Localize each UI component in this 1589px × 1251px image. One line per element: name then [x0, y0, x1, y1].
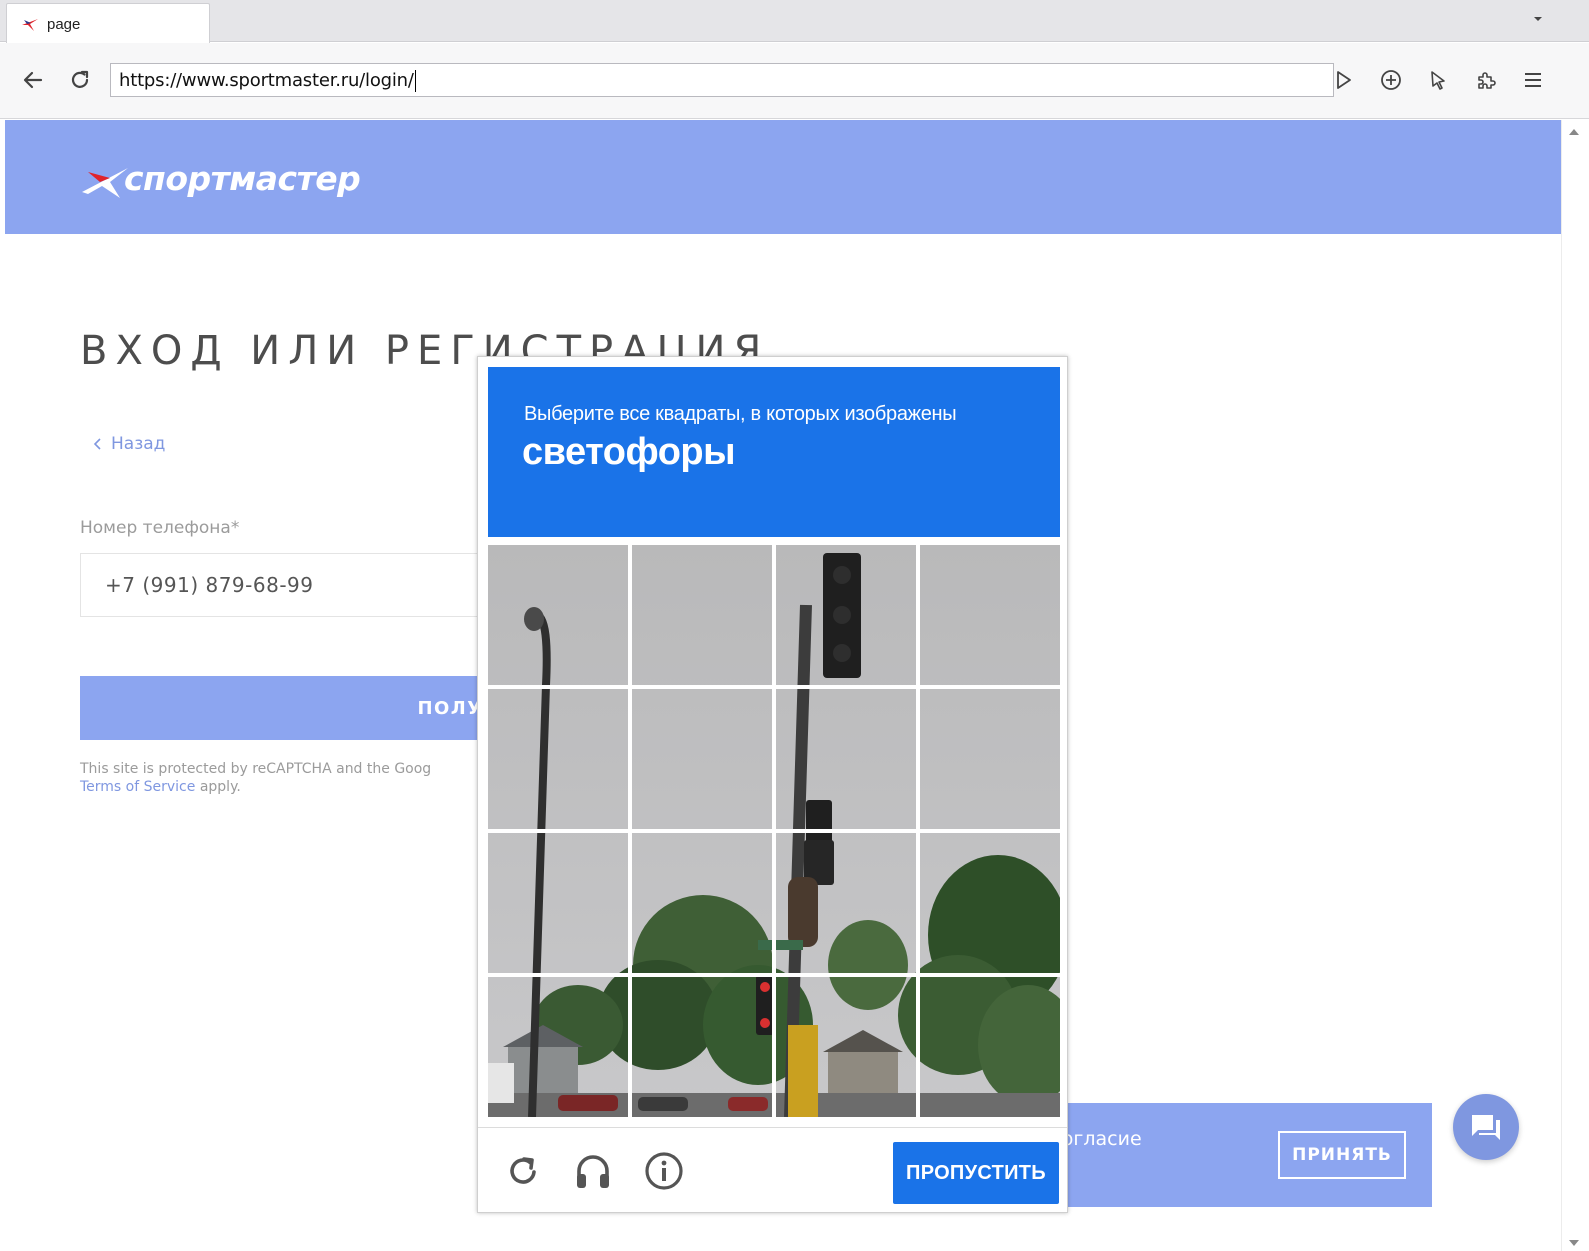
play-button[interactable] — [1326, 63, 1360, 97]
reload-icon — [510, 1157, 536, 1184]
cursor-arrow-icon — [1431, 71, 1445, 90]
recaptcha-tile[interactable] — [776, 833, 916, 973]
reload-button[interactable] — [63, 63, 97, 97]
plus-circle-icon — [1381, 70, 1401, 90]
site-header: спортмастер — [5, 120, 1561, 234]
browser-toolbar: https://www.sportmaster.ru/login/ — [0, 43, 1589, 119]
recaptcha-tile[interactable] — [776, 689, 916, 829]
recaptcha-tile[interactable] — [488, 977, 628, 1117]
address-bar[interactable]: https://www.sportmaster.ru/login/ — [110, 63, 1334, 97]
recaptcha-instruction: Выберите все квадраты, в которых изображ… — [524, 403, 957, 425]
phone-label-text: Номер телефона — [80, 518, 231, 538]
recaptcha-tile[interactable] — [488, 545, 628, 685]
recaptcha-tile[interactable] — [920, 833, 1060, 973]
back-button[interactable] — [16, 63, 50, 97]
menu-button[interactable] — [1516, 63, 1550, 97]
recaptcha-header: Выберите все квадраты, в которых изображ… — [488, 367, 1060, 537]
phone-field-label: Номер телефона* — [80, 518, 239, 538]
browser-tab-bar: page — [0, 0, 1589, 43]
extensions-button[interactable] — [1469, 63, 1503, 97]
recaptcha-audio-button[interactable] — [572, 1150, 614, 1192]
play-icon — [1337, 71, 1351, 89]
terms-of-service-link[interactable]: Terms of Service — [80, 779, 195, 795]
text-caret — [414, 70, 416, 92]
recaptcha-tile[interactable] — [920, 977, 1060, 1117]
cookie-accept-button[interactable]: ПРИНЯТЬ — [1278, 1131, 1406, 1179]
info-icon — [645, 1152, 683, 1190]
scroll-down-arrow-icon[interactable] — [1568, 1238, 1580, 1248]
recaptcha-tile[interactable] — [632, 689, 772, 829]
back-link-label: Назад — [111, 434, 166, 454]
recaptcha-footer: ПРОПУСТИТЬ — [478, 1127, 1067, 1213]
tab-title: page — [47, 16, 81, 33]
arrow-left-icon — [23, 71, 43, 89]
recaptcha-tile[interactable] — [920, 545, 1060, 685]
recaptcha-info-button[interactable] — [643, 1150, 685, 1192]
tab-list-dropdown-icon[interactable] — [1531, 12, 1545, 26]
headphones-icon — [577, 1155, 609, 1188]
recaptcha-tile[interactable] — [920, 689, 1060, 829]
browser-tab[interactable]: page — [6, 3, 210, 43]
recaptcha-reload-button[interactable] — [502, 1150, 544, 1192]
recaptcha-tile[interactable] — [632, 545, 772, 685]
chat-button[interactable] — [1453, 1094, 1519, 1160]
pointer-button[interactable] — [1421, 63, 1455, 97]
recaptcha-tile[interactable] — [632, 833, 772, 973]
address-url: https://www.sportmaster.ru/login/ — [119, 70, 414, 91]
sportmaster-logo[interactable]: спортмастер — [80, 154, 361, 202]
page-scrollbar[interactable] — [1561, 120, 1589, 1251]
recaptcha-tile[interactable] — [776, 977, 916, 1117]
recaptcha-dialog: Выберите все квадраты, в которых изображ… — [477, 356, 1068, 1213]
back-link[interactable]: Назад — [93, 434, 165, 454]
add-button[interactable] — [1374, 63, 1408, 97]
recaptcha-target-object: светофоры — [522, 431, 736, 473]
recaptcha-tile[interactable] — [488, 689, 628, 829]
cookie-accept-label: ПРИНЯТЬ — [1292, 1145, 1392, 1165]
recaptcha-notice-suffix: apply. — [195, 779, 241, 795]
phone-input-value: +7 (991) 879-68-99 — [105, 573, 314, 597]
hamburger-menu-icon — [1525, 73, 1541, 87]
logo-text: спортмастер — [124, 158, 361, 198]
recaptcha-skip-button[interactable]: ПРОПУСТИТЬ — [893, 1142, 1059, 1204]
recaptcha-tile[interactable] — [632, 977, 772, 1117]
recaptcha-tile[interactable] — [776, 545, 916, 685]
reload-icon — [71, 70, 89, 88]
puzzle-icon — [1478, 72, 1496, 89]
skip-label: ПРОПУСТИТЬ — [906, 1161, 1046, 1184]
chevron-left-icon — [93, 438, 101, 450]
chat-bubble-icon — [1472, 1115, 1500, 1140]
sportmaster-favicon-icon — [22, 19, 38, 31]
scroll-up-arrow-icon[interactable] — [1568, 127, 1580, 137]
recaptcha-tile[interactable] — [488, 833, 628, 973]
required-marker: * — [230, 518, 240, 538]
recaptcha-tiles — [488, 545, 1060, 1117]
